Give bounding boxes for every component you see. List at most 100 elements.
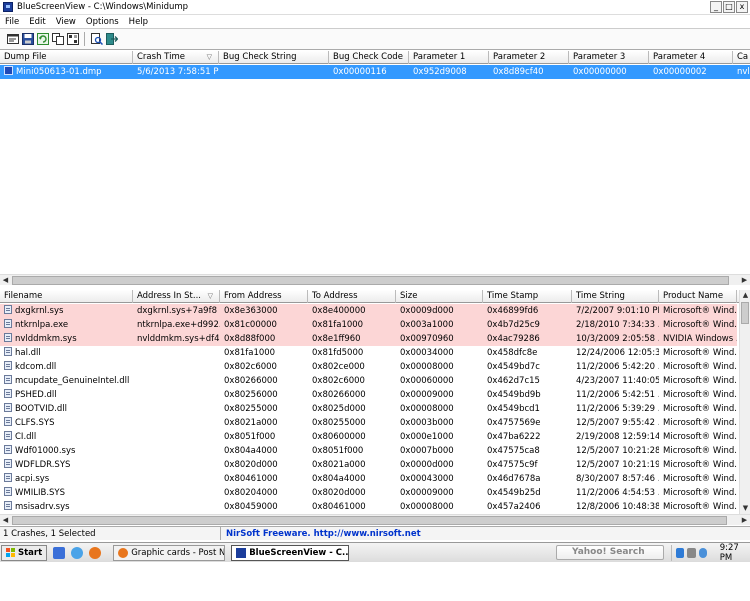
menu-edit[interactable]: Edit — [24, 17, 50, 27]
dump-file-list[interactable]: Dump File Crash Time ▽ Bug Check String B… — [0, 51, 750, 274]
address-in-stack-cell: ntkrnlpa.exe+d992... — [137, 320, 220, 330]
firefox-icon[interactable] — [89, 546, 102, 559]
crash-time-cell: 5/6/2013 7:58:51 PM — [137, 67, 219, 77]
toolbar — [0, 29, 750, 50]
filename-cell: BOOTVID.dll — [0, 402, 133, 416]
from-address-cell: 0x80459000 — [224, 502, 278, 512]
security-icon[interactable] — [698, 548, 707, 558]
scroll-down-arrow-icon[interactable]: ▼ — [740, 503, 750, 514]
menu-view[interactable]: View — [51, 17, 81, 27]
column-bug-check-code[interactable]: Bug Check Code — [329, 51, 409, 64]
column-to-address[interactable]: To Address — [308, 290, 396, 303]
driver-row[interactable]: WDFLDR.SYS 0x8020d000 0x8021a000 0x0000d000… — [0, 458, 737, 472]
column-parameter-1[interactable]: Parameter 1 — [409, 51, 489, 64]
driver-row[interactable]: CLFS.SYS 0x8021a000 0x80255000 0x0003b000 0x… — [0, 416, 737, 430]
driver-file-icon — [4, 305, 12, 314]
column-crash-time[interactable]: Crash Time ▽ — [133, 51, 219, 64]
column-filename[interactable]: Filename — [0, 290, 133, 303]
scroll-left-arrow-icon[interactable]: ◀ — [0, 275, 11, 286]
column-time-stamp[interactable]: Time Stamp — [483, 290, 572, 303]
network-icon[interactable] — [676, 548, 685, 558]
driver-row[interactable]: msisadrv.sys 0x80459000 0x80461000 0x000080… — [0, 500, 737, 514]
address-in-stack-cell — [133, 388, 220, 402]
start-button[interactable]: Start — [1, 544, 48, 561]
internet-explorer-icon[interactable] — [71, 546, 84, 559]
menu-help[interactable]: Help — [124, 17, 153, 27]
show-desktop-icon[interactable] — [53, 546, 66, 559]
from-address-cell: 0x804a4000 — [224, 446, 278, 456]
nirsoft-link[interactable]: NirSoft Freeware. http://www.nirsoft.net — [221, 527, 421, 540]
filename-cell: acpi.sys — [0, 472, 133, 486]
driver-file-icon — [4, 333, 12, 342]
column-dump-file[interactable]: Dump File — [0, 51, 133, 64]
status-bar: 1 Crashes, 1 Selected NirSoft Freeware. … — [0, 526, 750, 540]
column-product-name[interactable]: Product Name — [659, 290, 737, 303]
driver-row[interactable]: CI.dll 0x8051f000 0x80600000 0x000e1000 0x47… — [0, 430, 737, 444]
yahoo-search-box[interactable]: Yahoo! Search — [556, 545, 664, 560]
options-icon[interactable] — [66, 33, 79, 46]
refresh-icon[interactable] — [36, 33, 49, 46]
driver-row[interactable]: hal.dll 0x81fa1000 0x81fd5000 0x00034000 0x4… — [0, 346, 737, 360]
menu-file[interactable]: File — [0, 17, 24, 27]
taskbar-task-bluescreenview[interactable]: BlueScreenView - C... — [231, 544, 350, 561]
menu-options[interactable]: Options — [81, 17, 124, 27]
driver-row[interactable]: ntkrnlpa.exe ntkrnlpa.exe+d992... 0x81c000… — [0, 318, 737, 332]
time-string-cell: 12/5/2007 9:55:42 ... — [576, 418, 659, 428]
column-caused-by[interactable]: Ca — [733, 51, 750, 64]
scroll-right-arrow-icon[interactable]: ▶ — [739, 515, 750, 526]
scroll-thumb[interactable] — [12, 276, 729, 285]
scroll-thumb[interactable] — [12, 516, 727, 525]
driver-row[interactable]: PSHED.dll 0x80256000 0x80266000 0x00009000 0… — [0, 388, 737, 402]
time-stamp-cell: 0x4757569e — [487, 418, 541, 428]
time-stamp-cell: 0x4549bd7c — [487, 362, 540, 372]
volume-icon[interactable] — [687, 548, 696, 558]
from-address-cell: 0x80256000 — [224, 390, 278, 400]
dump-row-selected[interactable]: Mini050613-01.dmp 5/6/2013 7:58:51 PM 0x… — [0, 65, 750, 79]
driver-row[interactable]: acpi.sys 0x80461000 0x804a4000 0x00043000 0x… — [0, 472, 737, 486]
column-bug-check-string[interactable]: Bug Check String — [219, 51, 329, 64]
exit-icon[interactable] — [105, 33, 118, 46]
driver-row[interactable]: Wdf01000.sys 0x804a4000 0x8051f000 0x0007b0… — [0, 444, 737, 458]
address-in-stack-cell — [133, 346, 220, 360]
properties-icon[interactable] — [6, 33, 19, 46]
title-bar: BlueScreenView - C:\Windows\Minidump _ □… — [0, 0, 750, 15]
maximize-button[interactable]: □ — [723, 1, 735, 13]
close-button[interactable]: x — [736, 1, 748, 13]
driver-row[interactable]: BOOTVID.dll 0x80255000 0x8025d000 0x0000800… — [0, 402, 737, 416]
toolbar-separator — [84, 32, 85, 46]
scroll-left-arrow-icon[interactable]: ◀ — [0, 515, 11, 526]
column-from-address[interactable]: From Address — [220, 290, 308, 303]
find-icon[interactable] — [90, 33, 103, 46]
column-time-string[interactable]: Time String — [572, 290, 659, 303]
driver-row[interactable]: nvlddmkm.sys nvlddmkm.sys+df40 0x8d88f000 0… — [0, 332, 737, 346]
copy-icon[interactable] — [51, 33, 64, 46]
taskbar-clock[interactable]: 9:27 PM — [720, 543, 748, 563]
column-address-in-stack[interactable]: Address In St... ▽ — [133, 290, 220, 303]
column-parameter-3[interactable]: Parameter 3 — [569, 51, 649, 64]
scroll-thumb[interactable] — [741, 302, 749, 324]
driver-list-vertical-scrollbar[interactable]: ▲ ▼ — [739, 290, 750, 514]
minimize-button[interactable]: _ — [710, 1, 722, 13]
save-icon[interactable] — [21, 33, 34, 46]
to-address-cell: 0x80266000 — [312, 390, 366, 400]
bug-check-string-cell — [219, 65, 329, 79]
scroll-up-arrow-icon[interactable]: ▲ — [740, 290, 750, 301]
driver-row[interactable]: WMILIB.SYS 0x80204000 0x8020d000 0x00009000… — [0, 486, 737, 500]
time-string-cell: 12/8/2006 10:48:38... — [576, 502, 659, 512]
driver-row[interactable]: kdcom.dll 0x802c6000 0x802ce000 0x00008000 0… — [0, 360, 737, 374]
driver-row[interactable]: dxgkrnl.sys dxgkrnl.sys+7a9f8 0x8e363000 0x… — [0, 304, 737, 318]
address-in-stack-cell: nvlddmkm.sys+df40 — [137, 334, 220, 344]
column-parameter-4[interactable]: Parameter 4 — [649, 51, 733, 64]
column-parameter-2[interactable]: Parameter 2 — [489, 51, 569, 64]
from-address-cell: 0x81fa1000 — [224, 348, 276, 358]
from-address-cell: 0x802c6000 — [224, 362, 277, 372]
dump-list-horizontal-scrollbar[interactable]: ◀ ▶ — [0, 274, 750, 285]
system-tray: 9:27 PM — [671, 543, 748, 563]
driver-row[interactable]: mcupdate_GenuineIntel.dll 0x80266000 0x802… — [0, 374, 737, 388]
taskbar-task-graphic-cards[interactable]: Graphic cards - Post N... — [113, 544, 226, 561]
driver-list-horizontal-scrollbar[interactable]: ◀ ▶ — [0, 514, 750, 525]
driver-list[interactable]: Filename Address In St... ▽ From Address … — [0, 290, 739, 514]
from-address-cell: 0x81c00000 — [224, 320, 277, 330]
column-size[interactable]: Size — [396, 290, 483, 303]
scroll-right-arrow-icon[interactable]: ▶ — [739, 275, 750, 286]
